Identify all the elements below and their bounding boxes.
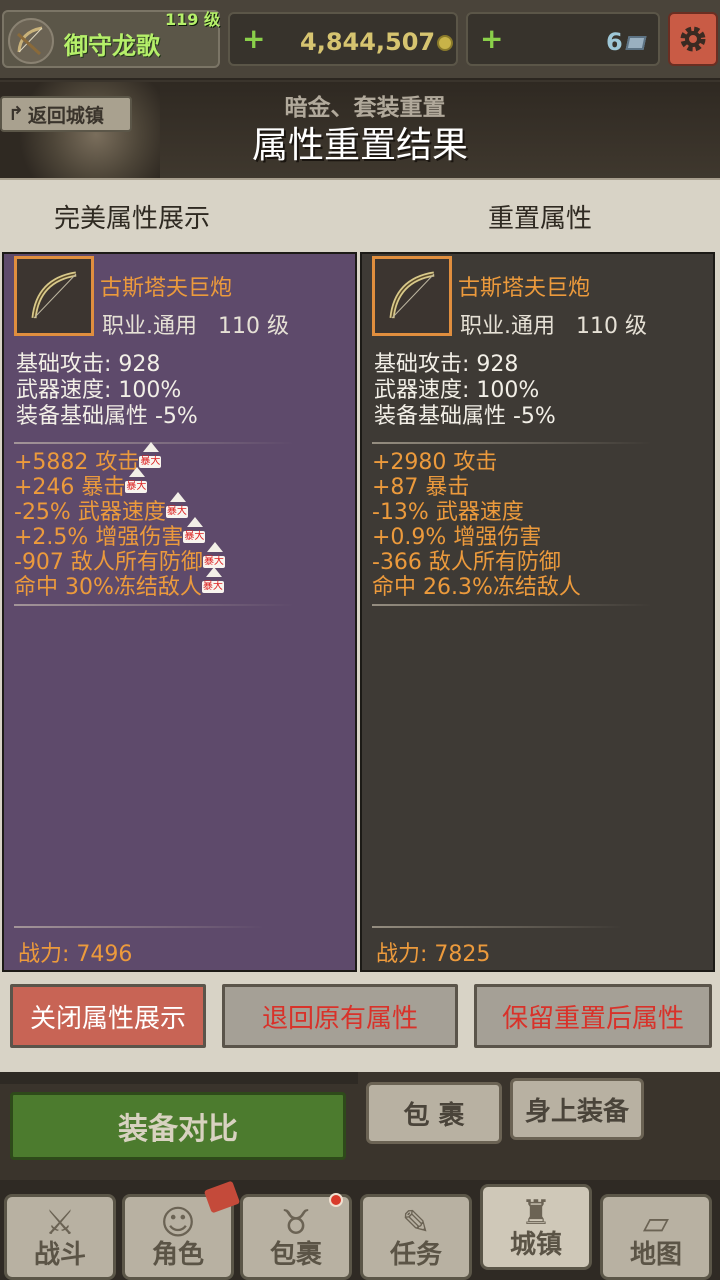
player-level: 119 级: [165, 10, 220, 29]
player-info[interactable]: 御守龙歌 119 级: [2, 10, 220, 68]
settings-button[interactable]: [668, 12, 718, 66]
bag-button[interactable]: 包 裹: [366, 1082, 502, 1144]
left-column-title: 完美属性展示: [54, 204, 211, 234]
gem-icon: [625, 36, 647, 50]
stat-line: 命中 26.3%冻结敌人: [372, 575, 581, 600]
top-status-bar: 御守龙歌 119 级 + 4,844,507 + 6: [0, 0, 720, 80]
gem-box: + 6: [466, 12, 660, 66]
item-level: 110 级: [217, 314, 289, 339]
item-name: 古斯塔夫巨炮: [100, 276, 233, 301]
stat-line: -13% 武器速度: [372, 500, 524, 525]
player-name: 御守龙歌: [64, 32, 160, 60]
header-banner: ↱ 返回城镇 暗金、套装重置 属性重置结果: [0, 82, 720, 178]
nav-label: 包裹: [269, 1240, 322, 1270]
nav-bag[interactable]: ♉ 包裹: [240, 1193, 352, 1280]
item-job: 职业.通用: [102, 314, 197, 339]
item-job: 职业.通用: [460, 314, 555, 339]
page-title: 属性重置结果: [251, 125, 468, 166]
crit-badge-icon: 暴大: [183, 517, 207, 547]
close-display-button[interactable]: 关闭属性展示: [10, 984, 206, 1048]
stat-line: -907 敌人所有防御: [14, 550, 203, 575]
nav-battle[interactable]: ⚔ 战斗: [4, 1194, 116, 1280]
nav-map[interactable]: ▱ 地图: [600, 1194, 712, 1280]
compare-equipment-button[interactable]: 装备对比: [10, 1092, 346, 1160]
power-value: 战力: 7825: [376, 942, 491, 967]
divider: [372, 442, 652, 444]
item-level: 110 级: [575, 314, 647, 339]
divider: [372, 926, 622, 928]
stat-line: +5882 攻击: [14, 450, 140, 475]
hammer-icon: [203, 1180, 241, 1214]
bonus-stats: +2980 攻击 +87 暴击 -13% 武器速度 +0.9% 增强伤害 -36…: [372, 450, 581, 600]
divider: [14, 604, 294, 606]
weapon-speed: 武器速度: 100%: [374, 378, 540, 403]
keep-reset-button[interactable]: 保留重置后属性: [474, 984, 712, 1048]
stat-line: +2.5% 增强伤害: [14, 525, 184, 550]
reset-result-dialog: 完美属性展示 重置属性 古斯塔夫巨炮 职业.通用 110 级 基础攻击: 928…: [0, 178, 720, 1072]
bonus-stats: +5882 攻击 暴大 +246 暴击 暴大 -25% 武器速度 暴大 +2.5% 增…: [14, 442, 227, 600]
crit-badge-icon: 暴大: [165, 492, 190, 522]
coin-icon: [437, 35, 454, 51]
stat-line: 命中 30%冻结敌人: [14, 575, 202, 600]
nav-town[interactable]: ♜ 城镇: [480, 1184, 592, 1270]
revert-attributes-button[interactable]: 退回原有属性: [222, 984, 458, 1048]
base-attribute: 装备基础属性 -5%: [374, 404, 556, 429]
base-attack: 基础攻击: 928: [16, 352, 161, 377]
bow-icon[interactable]: [14, 256, 94, 336]
nav-label: 战斗: [33, 1240, 86, 1270]
item-name: 古斯塔夫巨炮: [458, 276, 591, 301]
stat-line: +87 暴击: [372, 475, 470, 500]
bottom-nav: ⚔ 战斗 ☺ 角色 ♉ 包裹 ✎ 任务 ♜ 城镇 ▱ 地图: [0, 1180, 720, 1280]
nav-label: 地图: [629, 1240, 682, 1270]
crit-badge-icon: 暴大: [201, 567, 226, 597]
reset-attributes-panel: 古斯塔夫巨炮 职业.通用 110 级 基础攻击: 928 武器速度: 100% …: [360, 252, 715, 972]
nav-label: 城镇: [509, 1230, 562, 1260]
gold-box: + 4,844,507: [228, 12, 458, 66]
gear-icon: [680, 26, 706, 52]
right-column-title: 重置属性: [488, 204, 593, 234]
stat-line: +0.9% 增强伤害: [372, 525, 542, 550]
base-stats: 基础攻击: 928 武器速度: 100% 装备基础属性 -5%: [374, 352, 556, 430]
stat-line: -25% 武器速度: [14, 500, 166, 525]
divider: [372, 604, 652, 606]
gem-value: 6: [606, 28, 623, 56]
nav-label: 角色: [151, 1240, 204, 1270]
weapon-speed: 武器速度: 100%: [16, 378, 182, 403]
add-gold-button[interactable]: +: [242, 24, 265, 54]
add-gem-button[interactable]: +: [480, 24, 503, 54]
nav-quest[interactable]: ✎ 任务: [360, 1194, 472, 1280]
crossbow-icon: [8, 18, 54, 64]
stat-line: -366 敌人所有防御: [372, 550, 561, 575]
stat-line: +246 暴击: [14, 475, 126, 500]
perfect-attributes-panel: 古斯塔夫巨炮 职业.通用 110 级 基础攻击: 928 武器速度: 100% …: [2, 252, 357, 972]
background-strip: [0, 1072, 358, 1084]
base-stats: 基础攻击: 928 武器速度: 100% 装备基础属性 -5%: [16, 352, 198, 430]
gold-value: 4,844,507: [300, 28, 436, 56]
notification-dot: [329, 1193, 343, 1207]
crit-badge-icon: 暴大: [125, 467, 149, 497]
base-attribute: 装备基础属性 -5%: [16, 404, 198, 429]
stat-line: +2980 攻击: [372, 450, 498, 475]
equipped-button[interactable]: 身上装备: [510, 1078, 644, 1140]
divider: [14, 926, 264, 928]
power-value: 战力: 7496: [18, 942, 133, 967]
nav-character[interactable]: ☺ 角色: [122, 1180, 241, 1280]
bow-icon[interactable]: [372, 256, 452, 336]
base-attack: 基础攻击: 928: [374, 352, 519, 377]
nav-label: 任务: [389, 1240, 442, 1270]
